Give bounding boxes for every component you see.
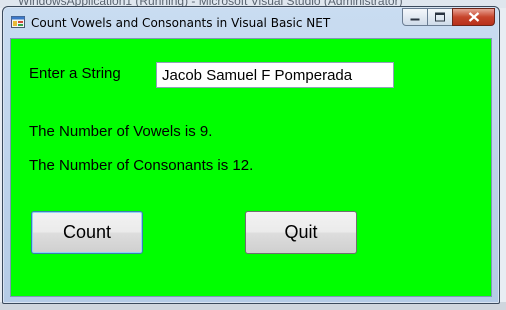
minimize-icon	[410, 18, 420, 21]
window-title: Count Vowels and Consonants in Visual Ba…	[31, 16, 331, 30]
vowels-result: The Number of Vowels is 9.	[29, 123, 213, 140]
form-client-area: Enter a String The Number of Vowels is 9…	[10, 38, 492, 297]
caption-buttons	[402, 8, 495, 28]
count-button[interactable]: Count	[31, 211, 143, 254]
input-label: Enter a String	[29, 65, 121, 82]
close-button[interactable]	[452, 8, 495, 26]
app-form-icon	[11, 16, 25, 28]
app-window: Count Vowels and Consonants in Visual Ba…	[2, 6, 500, 304]
window-titlebar[interactable]: Count Vowels and Consonants in Visual Ba…	[3, 7, 499, 37]
quit-button[interactable]: Quit	[245, 211, 357, 254]
string-input[interactable]	[156, 62, 394, 88]
maximize-icon	[435, 12, 445, 22]
close-icon	[468, 12, 479, 22]
consonants-result: The Number of Consonants is 12.	[29, 157, 254, 174]
minimize-button[interactable]	[402, 8, 428, 26]
maximize-button[interactable]	[427, 8, 453, 26]
